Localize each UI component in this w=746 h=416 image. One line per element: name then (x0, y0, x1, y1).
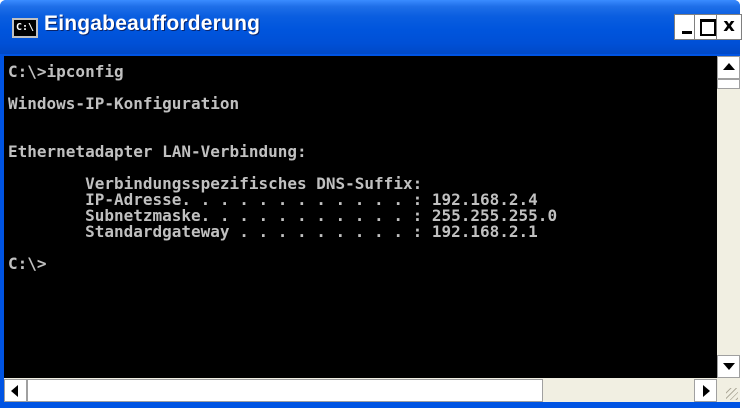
scroll-right-button[interactable] (694, 379, 717, 402)
console-window: C:\ Eingabeaufforderung x C:\>ipconfig W… (0, 0, 742, 408)
vertical-scroll-thumb[interactable] (717, 79, 740, 89)
scroll-up-button[interactable] (717, 56, 740, 79)
arrow-right-icon (703, 385, 710, 397)
window-title: Eingabeaufforderung (44, 12, 261, 35)
console-icon[interactable]: C:\ (12, 18, 38, 38)
resize-grip-icon[interactable] (717, 378, 740, 402)
close-icon: x (723, 15, 735, 36)
scroll-left-button[interactable] (4, 379, 27, 402)
horizontal-scroll-thumb[interactable] (27, 379, 543, 402)
vertical-scrollbar[interactable] (717, 56, 740, 378)
arrow-down-icon (723, 363, 735, 370)
title-bar[interactable]: C:\ Eingabeaufforderung x (0, 0, 742, 54)
console-icon-label: C:\ (16, 22, 35, 33)
console-text: C:\>ipconfig Windows-IP-Konfiguration Et… (8, 62, 558, 273)
close-button[interactable]: x (716, 14, 742, 40)
arrow-up-icon (723, 63, 735, 70)
horizontal-scrollbar[interactable] (4, 378, 717, 402)
console-output-area[interactable]: C:\>ipconfig Windows-IP-Konfiguration Et… (4, 56, 717, 378)
scroll-down-button[interactable] (717, 355, 740, 378)
arrow-left-icon (11, 385, 18, 397)
